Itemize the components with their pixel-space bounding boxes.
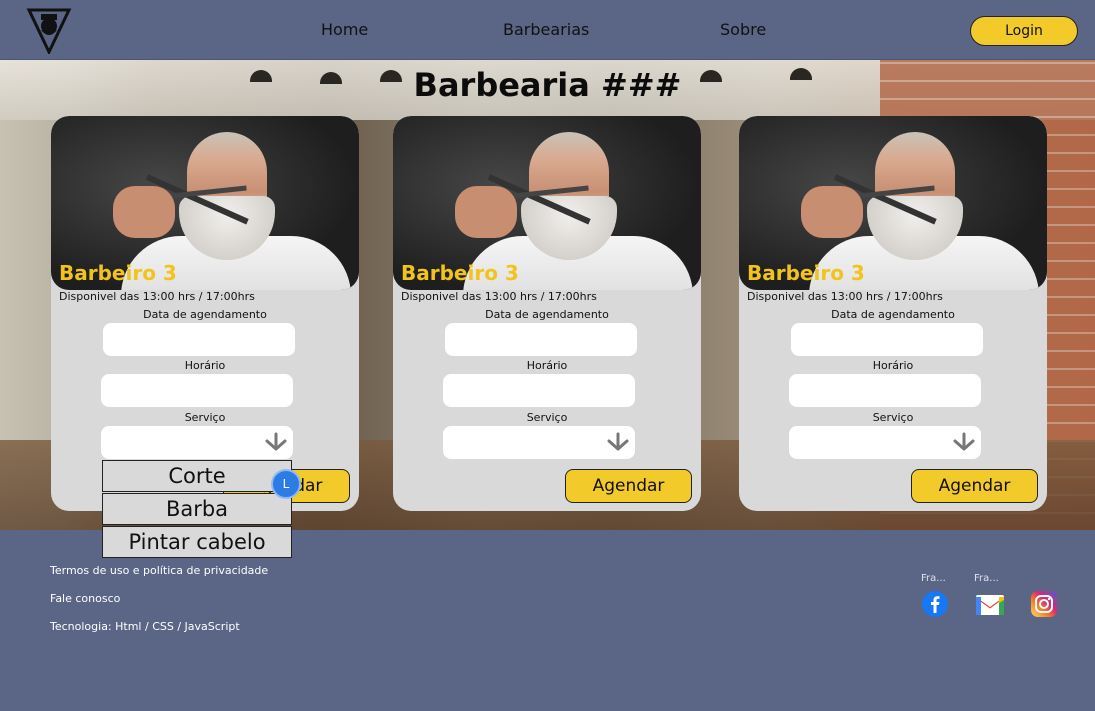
header: Home Barbearias Sobre Login [0,0,1095,60]
barber-card: Barbeiro 3 Disponivel das 13:00 hrs / 17… [739,116,1047,511]
barber-name: Barbeiro 3 [747,261,865,285]
date-input[interactable] [445,323,637,356]
date-label: Data de agendamento [143,308,267,321]
footer-link-contact[interactable]: Fale conosco [50,592,120,605]
page-title: Barbearia ### [413,66,682,104]
barber-photo: Barbeiro 3 [393,116,701,290]
nav-home[interactable]: Home [321,20,368,39]
barber-logo-icon[interactable] [26,6,72,54]
date-input[interactable] [791,323,983,356]
footer-link-terms[interactable]: Termos de uso e política de privacidade [50,564,268,577]
chevron-down-icon [265,432,287,451]
social-caption: Fra... [921,573,946,584]
service-label: Serviço [526,411,568,424]
service-select[interactable] [443,426,635,459]
availability-text: Disponivel das 13:00 hrs / 17:00hrs [747,290,943,303]
cursor-marker: L [271,469,301,499]
date-label: Data de agendamento [485,308,609,321]
agendar-button[interactable]: Agendar [565,469,692,503]
instagram-icon[interactable] [1030,590,1058,618]
dropdown-option-pintar-cabelo[interactable]: Pintar cabelo [102,526,292,558]
date-label: Data de agendamento [831,308,955,321]
nav-sobre[interactable]: Sobre [720,20,766,39]
service-label: Serviço [872,411,914,424]
agendar-button[interactable]: Agendar [911,469,1038,503]
gmail-icon[interactable] [974,590,1006,618]
barber-name: Barbeiro 3 [59,261,177,285]
barber-name: Barbeiro 3 [401,261,519,285]
time-input[interactable] [443,374,635,407]
availability-text: Disponivel das 13:00 hrs / 17:00hrs [401,290,597,303]
availability-text: Disponivel das 13:00 hrs / 17:00hrs [59,290,255,303]
chevron-down-icon [607,432,629,451]
barber-card: Barbeiro 3 Disponivel das 13:00 hrs / 17… [393,116,701,511]
dropdown-option-corte[interactable]: Corte [102,460,292,492]
time-input[interactable] [789,374,981,407]
service-label: Serviço [184,411,226,424]
login-button[interactable]: Login [970,16,1078,46]
footer-link-tech[interactable]: Tecnologia: Html / CSS / JavaScript [50,620,240,633]
date-input[interactable] [103,323,295,356]
social-caption: Fra... [974,573,999,584]
barber-card: Barbeiro 3 Disponivel das 13:00 hrs / 17… [51,116,359,511]
dropdown-option-barba[interactable]: Barba [102,493,292,525]
facebook-icon[interactable] [921,590,949,618]
barber-photo: Barbeiro 3 [739,116,1047,290]
service-dropdown-menu: Corte Barba Pintar cabelo [102,460,292,559]
time-label: Horário [872,359,914,372]
time-input[interactable] [101,374,293,407]
chevron-down-icon [953,432,975,451]
time-label: Horário [526,359,568,372]
barber-photo: Barbeiro 3 [51,116,359,290]
nav-barbearias[interactable]: Barbearias [503,20,589,39]
service-select[interactable] [789,426,981,459]
service-select[interactable] [101,426,293,459]
time-label: Horário [184,359,226,372]
